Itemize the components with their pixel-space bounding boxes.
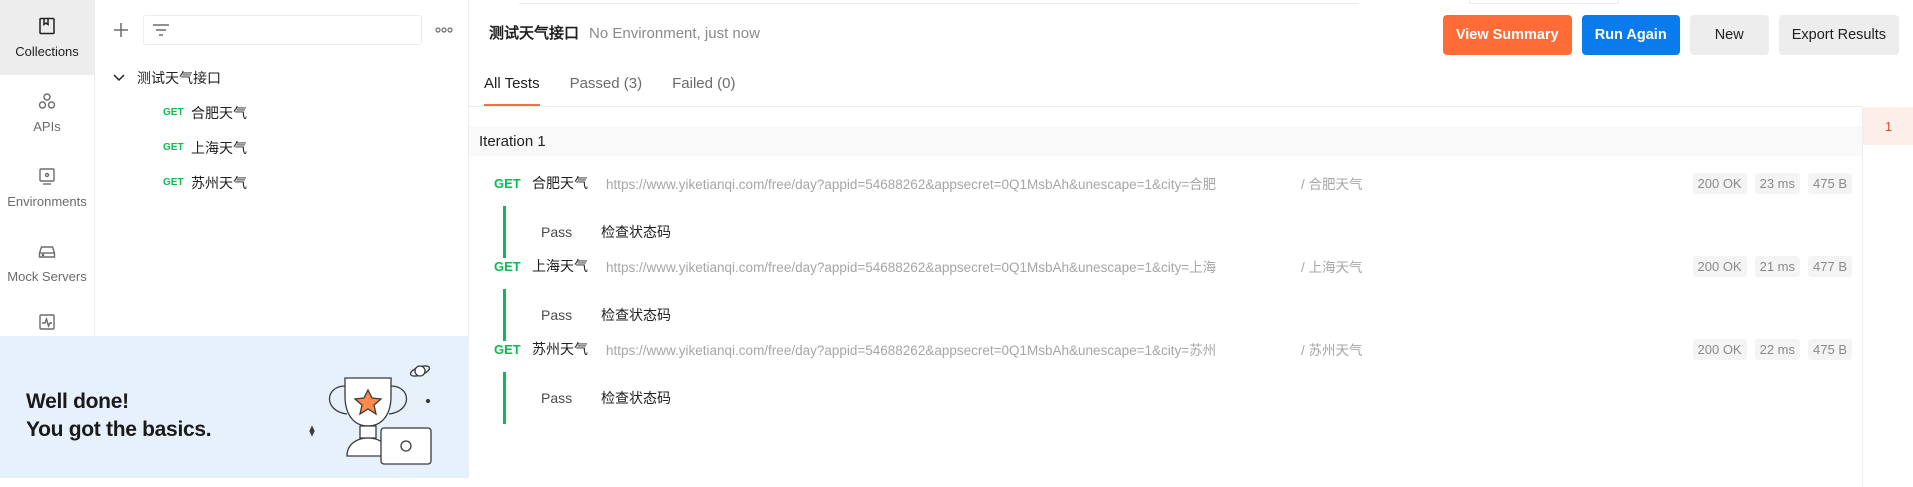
request-path: / 苏州天气: [1301, 343, 1363, 358]
more-options-button[interactable]: [430, 16, 458, 44]
request-method: GET: [494, 341, 521, 357]
time-badge: 22 ms: [1754, 338, 1801, 360]
iteration-navigator: 1: [1862, 107, 1913, 487]
request-name: 苏州天气: [191, 174, 247, 191]
new-collection-button[interactable]: [107, 16, 135, 44]
sidebar-item-label: Collections: [15, 44, 79, 59]
request-name: 上海天气: [532, 258, 588, 274]
run-again-button[interactable]: Run Again: [1581, 15, 1680, 55]
size-badge: 477 B: [1808, 255, 1852, 277]
sidebar-item-label: Mock Servers: [7, 269, 87, 284]
divider: [519, 0, 1359, 4]
sidebar-item-collections[interactable]: Collections: [0, 0, 94, 75]
test-name: 检查状态码: [601, 224, 671, 240]
request-name: 合肥天气: [532, 175, 588, 191]
request-item[interactable]: GET 上海天气: [95, 130, 468, 165]
request-url: https://www.yiketianqi.com/free/day?appi…: [606, 177, 1217, 192]
request-method: GET: [163, 142, 184, 153]
request-method: GET: [163, 107, 184, 118]
request-name: 上海天气: [191, 139, 247, 156]
more-horizontal-icon: [435, 27, 453, 33]
collection-item[interactable]: 测试天气接口: [95, 60, 468, 95]
trophy-illustration: [309, 365, 432, 465]
test-name: 检查状态码: [601, 390, 671, 406]
run-title: 测试天气接口: [489, 25, 580, 42]
sidebar-item-mock-servers[interactable]: Mock Servers: [0, 225, 94, 300]
filter-input[interactable]: [143, 15, 422, 45]
collections-icon: [39, 17, 55, 35]
request-name: 合肥天气: [191, 104, 247, 121]
iteration-header: Iteration 1: [469, 126, 1862, 156]
onboarding-card[interactable]: Well done! You got the basics.: [0, 336, 469, 478]
monitors-icon: [39, 314, 55, 330]
run-header: 测试天气接口 No Environment, just now: [489, 22, 760, 43]
new-run-button[interactable]: New: [1689, 15, 1769, 55]
onboarding-message: Well done! You got the basics.: [26, 388, 212, 444]
test-status: Pass: [541, 307, 573, 323]
request-path: / 合肥天气: [1301, 177, 1363, 192]
status-badge: 200 OK: [1692, 172, 1747, 194]
tab-failed[interactable]: Failed (0): [672, 70, 735, 106]
result-request-row[interactable]: GET 合肥天气 https://www.yiketianqi.com/free…: [469, 165, 1862, 201]
run-actions: View Summary Run Again New Export Result…: [1442, 15, 1899, 55]
tab-all-tests[interactable]: All Tests: [484, 70, 540, 106]
results-tabs: All Tests Passed (3) Failed (0): [484, 70, 735, 106]
request-name: 苏州天气: [532, 341, 588, 357]
result-request-row[interactable]: GET 上海天气 https://www.yiketianqi.com/free…: [469, 248, 1862, 284]
status-badge: 200 OK: [1692, 255, 1747, 277]
runner-results-panel: 测试天气接口 No Environment, just now View Sum…: [469, 0, 1913, 487]
sidebar-item-monitors[interactable]: [0, 300, 94, 340]
onboarding-line-1: Well done!: [26, 390, 129, 413]
request-method: GET: [494, 258, 521, 274]
run-meta: No Environment, just now: [589, 25, 760, 42]
test-result-row: Pass 检查状态码: [503, 372, 1103, 424]
collections-panel: 测试天气接口 GET 合肥天气 GET 上海天气 GET 苏州天气: [95, 0, 469, 336]
request-path: / 上海天气: [1301, 260, 1363, 275]
mock-servers-icon: [38, 246, 56, 258]
request-url: https://www.yiketianqi.com/free/day?appi…: [606, 343, 1217, 358]
request-item[interactable]: GET 合肥天气: [95, 95, 468, 130]
sidebar-item-apis[interactable]: APIs: [0, 75, 94, 150]
response-stats: 200 OK 21 ms 477 B: [1692, 255, 1852, 277]
plus-icon: [114, 23, 128, 37]
size-badge: 475 B: [1808, 338, 1852, 360]
request-item[interactable]: GET 苏州天气: [95, 165, 468, 200]
test-name: 检查状态码: [601, 307, 671, 323]
test-status: Pass: [541, 390, 573, 406]
sidebar-item-label: APIs: [33, 119, 61, 134]
sidebar-item-environments[interactable]: Environments: [0, 150, 94, 225]
chevron-down-icon[interactable]: [113, 73, 125, 82]
response-stats: 200 OK 23 ms 475 B: [1692, 172, 1852, 194]
test-status: Pass: [541, 224, 573, 240]
onboarding-line-2: You got the basics.: [26, 418, 212, 441]
collection-name: 测试天气接口: [137, 69, 221, 86]
response-stats: 200 OK 22 ms 475 B: [1692, 338, 1852, 360]
tab-passed[interactable]: Passed (3): [570, 70, 643, 106]
request-method: GET: [494, 175, 521, 191]
divider: [1469, 0, 1619, 4]
time-badge: 21 ms: [1754, 255, 1801, 277]
result-request-row[interactable]: GET 苏州天气 https://www.yiketianqi.com/free…: [469, 331, 1862, 367]
sidebar-rail: Collections APIs Environments Mock Serve…: [0, 0, 95, 336]
iteration-marker[interactable]: 1: [1863, 107, 1913, 145]
size-badge: 475 B: [1808, 172, 1852, 194]
request-method: GET: [163, 177, 184, 188]
view-summary-button[interactable]: View Summary: [1442, 15, 1572, 55]
environments-icon: [39, 168, 55, 185]
apis-icon: [38, 93, 56, 109]
filter-icon: [153, 24, 169, 36]
request-url: https://www.yiketianqi.com/free/day?appi…: [606, 260, 1217, 275]
results-list: Iteration 1 GET 合肥天气 https://www.yiketia…: [469, 107, 1862, 487]
sidebar-item-label: Environments: [7, 194, 87, 209]
status-badge: 200 OK: [1692, 338, 1747, 360]
export-results-button[interactable]: Export Results: [1778, 15, 1899, 55]
collections-toolbar: [95, 0, 468, 60]
time-badge: 23 ms: [1754, 172, 1801, 194]
